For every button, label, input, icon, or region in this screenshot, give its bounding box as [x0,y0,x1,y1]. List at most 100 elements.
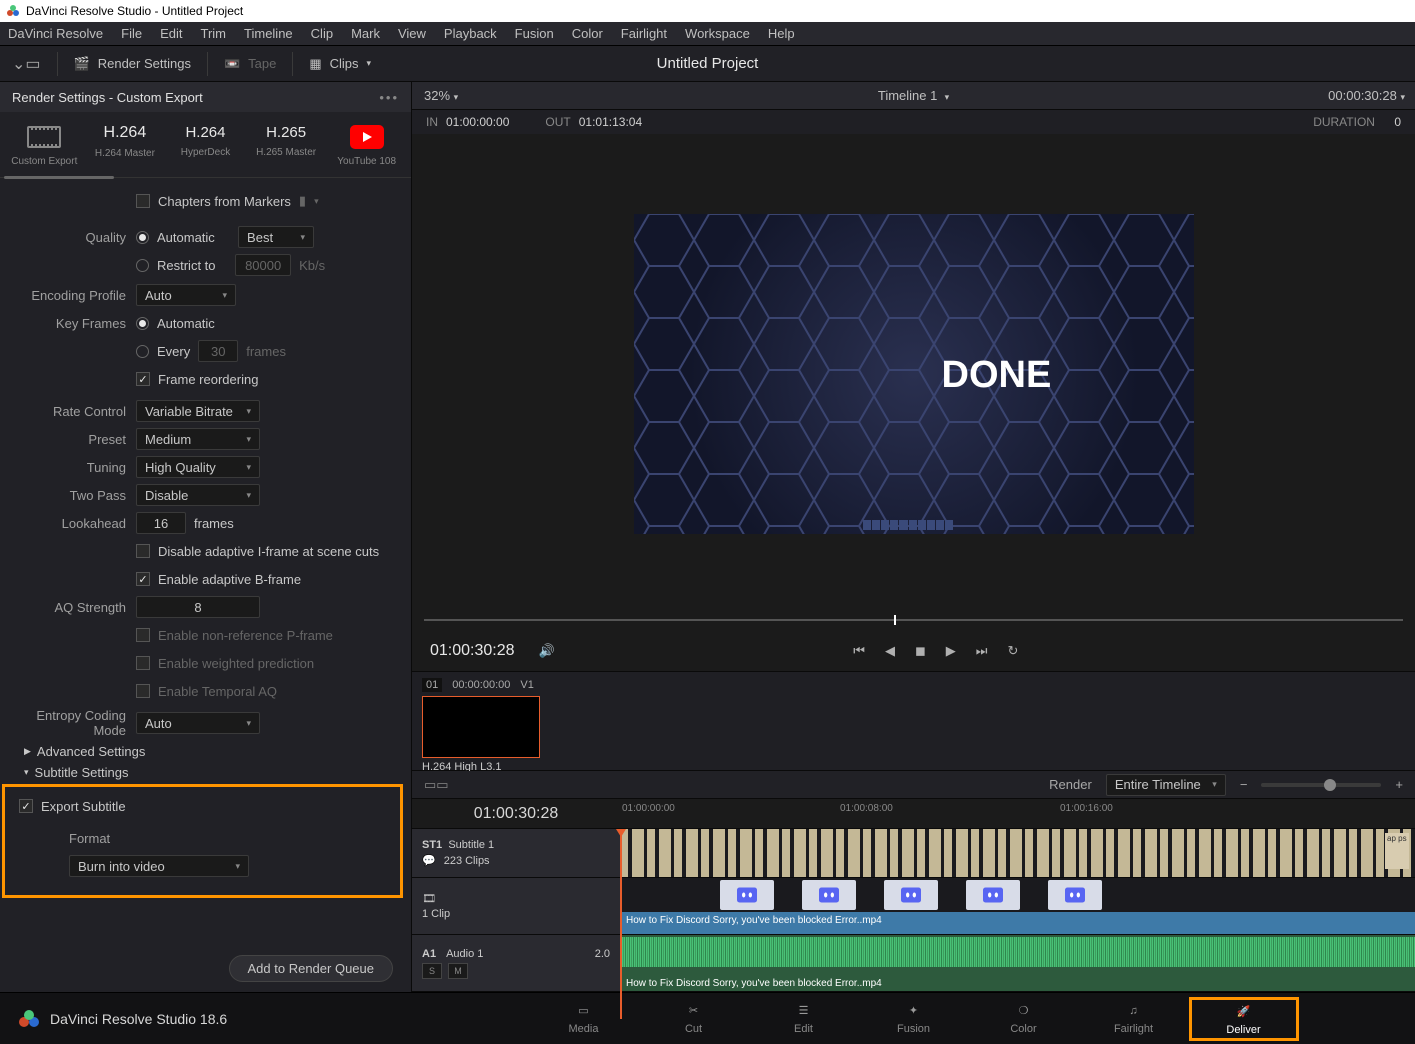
timeline-name-dropdown[interactable]: Timeline 1 ▾ [878,88,949,103]
preset-h264-master[interactable]: H.264 H.264 Master [85,124,166,167]
menu-workspace[interactable]: Workspace [685,26,750,41]
mute-icon[interactable]: 🔊 [539,643,555,659]
enable-adaptive-b-checkbox[interactable] [136,572,150,586]
quality-auto-radio[interactable] [136,231,149,244]
loop-button[interactable]: ↻ [1008,643,1019,659]
menu-fairlight[interactable]: Fairlight [621,26,667,41]
enable-temporal-aq-checkbox[interactable] [136,684,150,698]
out-timecode[interactable]: 01:01:13:04 [579,115,642,129]
menu-davinci[interactable]: DaVinci Resolve [8,26,103,41]
two-pass-select[interactable]: Disable▾ [136,484,260,506]
encoding-profile-select[interactable]: Auto▾ [136,284,236,306]
timeline-ruler[interactable]: 01:00:30:28 01:00:00:00 01:00:08:00 01:0… [412,799,1415,829]
render-range-select[interactable]: Entire Timeline▾ [1106,774,1226,796]
aq-strength-input[interactable]: 8 [136,596,260,618]
preset-hyperdeck[interactable]: H.264 HyperDeck [165,124,246,167]
stop-button[interactable]: ◼ [915,643,926,659]
viewer-scrubber[interactable] [424,613,1403,627]
zoom-dropdown[interactable]: 32% ▾ [412,88,470,103]
last-frame-button[interactable]: ⏭ [976,643,988,659]
transport-timecode[interactable]: 01:00:30:28 [430,642,515,660]
tab-deliver[interactable]: 🚀Deliver [1189,997,1299,1041]
menu-file[interactable]: File [121,26,142,41]
keyframes-auto-radio[interactable] [136,317,149,330]
menu-help[interactable]: Help [768,26,795,41]
keyframes-every-radio[interactable] [136,345,149,358]
lookahead-input[interactable]: 16 [136,512,186,534]
mute-button[interactable]: M [448,963,468,979]
keyframes-every-input[interactable]: 30 [198,340,238,362]
menu-edit[interactable]: Edit [160,26,182,41]
subtitle-format-select[interactable]: Burn into video▾ [69,855,249,877]
enable-nonref-p-checkbox[interactable] [136,628,150,642]
ruler-timecode: 01:00:30:28 [412,805,620,823]
play-button[interactable]: ▶ [946,643,956,659]
in-out-bar: IN 01:00:00:00 OUT 01:01:13:04 DURATION … [412,110,1415,134]
quality-best-select[interactable]: Best▾ [238,226,314,248]
more-icon[interactable]: ••• [379,90,399,105]
render-settings-header: Render Settings - Custom Export ••• [0,82,411,112]
enable-weighted-checkbox[interactable] [136,656,150,670]
track-body-st1[interactable]: ap ps [620,829,1415,877]
timeline-view-icon[interactable]: ▭▭ [424,777,449,793]
menu-clip[interactable]: Clip [311,26,333,41]
timeline-zoom-slider[interactable] [1261,783,1381,787]
prev-frame-button[interactable]: ◀ [885,643,895,659]
advanced-settings-header[interactable]: ▶Advanced Settings [24,744,397,759]
menu-trim[interactable]: Trim [201,26,227,41]
fairlight-icon: ♫ [1129,1001,1137,1021]
preset-h265-master[interactable]: H.265 H.265 Master [246,124,327,167]
menu-color[interactable]: Color [572,26,603,41]
monitor-icon[interactable]: ⌄▭ [12,54,41,74]
subtitle-icon: 💬 [422,854,436,867]
render-settings-toggle[interactable]: 🎬 Render Settings [74,56,191,72]
tape-toggle[interactable]: 📼 Tape [224,56,276,72]
menu-mark[interactable]: Mark [351,26,380,41]
tab-fairlight[interactable]: ♫Fairlight [1079,997,1189,1041]
zoom-out-button[interactable]: − [1240,777,1248,792]
tab-fusion[interactable]: ✦Fusion [859,997,969,1041]
tab-cut[interactable]: ✂Cut [639,997,749,1041]
menu-fusion[interactable]: Fusion [515,26,554,41]
track-head-a1[interactable]: A1Audio 12.0 SM [412,935,620,991]
subtitle-settings-header[interactable]: ▾Subtitle Settings [24,765,397,780]
menu-playback[interactable]: Playback [444,26,497,41]
track-head-st1[interactable]: ST1 Subtitle 1 💬223 Clips [412,829,620,877]
add-to-render-queue-button[interactable]: Add to Render Queue [229,955,393,982]
preset-select[interactable]: Medium▾ [136,428,260,450]
viewer-timecode[interactable]: 00:00:30:28 ▾ [1328,88,1405,103]
menu-timeline[interactable]: Timeline [244,26,293,41]
edit-icon: ☰ [799,1001,809,1021]
export-subtitle-checkbox[interactable] [19,799,33,813]
first-frame-button[interactable]: ⏮ [853,643,865,659]
zoom-in-button[interactable]: + [1395,777,1403,792]
tab-media[interactable]: ▭Media [529,997,639,1041]
restrict-kbps-input[interactable]: 80000 [235,254,291,276]
film-icon [27,126,61,148]
in-timecode[interactable]: 01:00:00:00 [446,115,509,129]
viewer-header: 32% ▾ Timeline 1 ▾ 00:00:30:28 ▾ [412,82,1415,110]
viewer-canvas-area[interactable]: DONE [412,134,1415,613]
track-body-a1[interactable]: How to Fix Discord Sorry, you've been bl… [620,935,1415,991]
project-title: Untitled Project [657,55,759,72]
track-body-v1[interactable]: How to Fix Discord Sorry, you've been bl… [620,878,1415,934]
preset-youtube[interactable]: YouTube 108 [326,124,407,167]
tab-edit[interactable]: ☰Edit [749,997,859,1041]
tuning-select[interactable]: High Quality▾ [136,456,260,478]
quality-restrict-radio[interactable] [136,259,149,272]
chapters-checkbox[interactable] [136,194,150,208]
clips-toggle[interactable]: ▦ Clips ▾ [309,56,371,72]
playhead[interactable] [620,829,622,1019]
track-head-v1[interactable]: 🎞 1 Clip [412,878,620,934]
disable-adaptive-i-checkbox[interactable] [136,544,150,558]
rate-control-select[interactable]: Variable Bitrate▾ [136,400,260,422]
preset-custom[interactable]: Custom Export [4,124,85,167]
tab-color[interactable]: ❍Color [969,997,1079,1041]
entropy-select[interactable]: Auto▾ [136,712,260,734]
clip-thumbnail[interactable] [422,696,540,758]
preview-taskbar-icons [863,520,953,530]
solo-button[interactable]: S [422,963,442,979]
menu-view[interactable]: View [398,26,426,41]
frame-reordering-checkbox[interactable] [136,372,150,386]
app-logo-icon [6,4,20,18]
